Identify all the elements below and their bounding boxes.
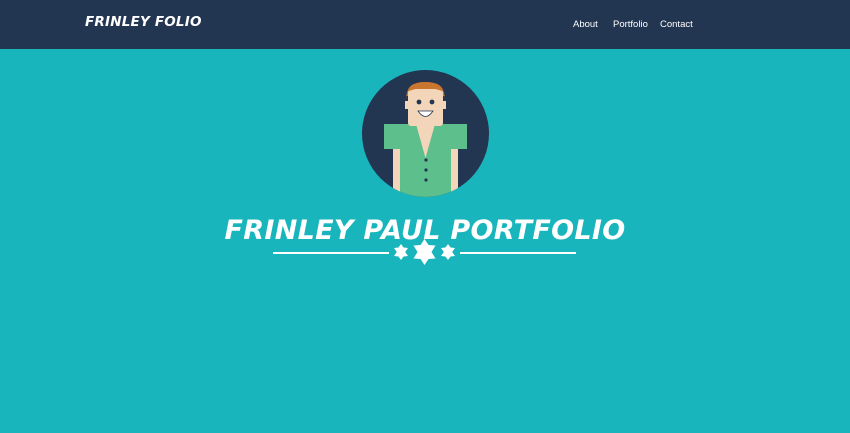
nav-link-contact[interactable]: Contact [660, 19, 693, 30]
avatar-person-icon [362, 70, 489, 197]
nav-link-portfolio[interactable]: Portfolio [613, 19, 648, 30]
nav-link-about[interactable]: About [573, 19, 598, 30]
star-divider-icon [273, 239, 576, 265]
nav-links: About Portfolio Contact [0, 19, 850, 33]
navbar: FRINLEY FOLIO About Portfolio Contact [0, 0, 850, 49]
